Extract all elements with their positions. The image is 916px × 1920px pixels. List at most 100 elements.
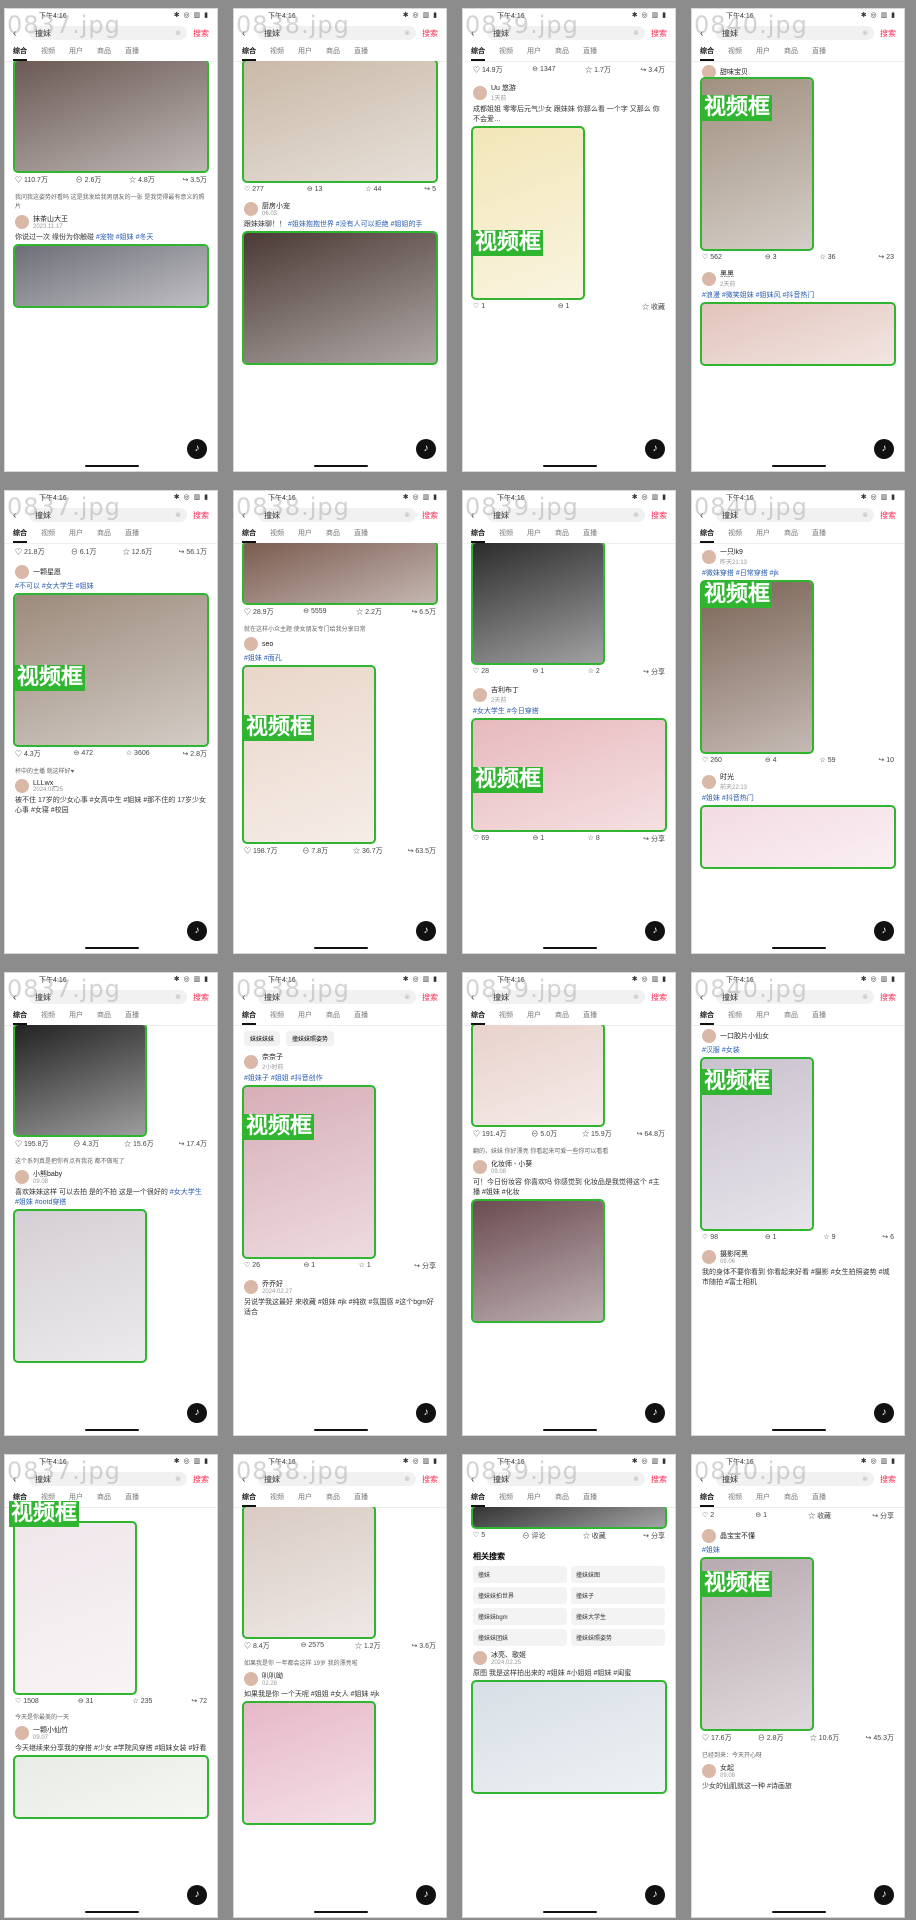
avatar[interactable] (702, 549, 716, 564)
hashtags[interactable]: #女大学生 #今日穿搭 (473, 708, 539, 715)
share-stat[interactable]: ↪ 分享 (643, 834, 665, 844)
tab-3[interactable]: 商品 (555, 525, 569, 543)
clear-icon[interactable]: ⊗ (633, 29, 639, 37)
post-image-2[interactable] (13, 1755, 209, 1819)
like-stat[interactable]: ♡ 2 (702, 1511, 714, 1521)
favorite-stat[interactable]: ☆ 44 (365, 185, 381, 193)
favorite-stat[interactable]: ☆ 8 (588, 834, 600, 844)
author-name[interactable]: 小熊baby (33, 1171, 62, 1178)
comment-stat[interactable]: ⊖ 4 (765, 756, 777, 764)
tiktok-icon[interactable]: ♪ (874, 1885, 894, 1905)
author[interactable]: Uu 悠游 1天前 (473, 83, 665, 102)
hashtags[interactable]: #宠物 #姐妹 #冬天 (96, 234, 154, 241)
tab-4[interactable]: 直播 (812, 525, 826, 543)
author[interactable]: LLLwx_ 2024.08.25 (15, 779, 207, 793)
tiktok-icon[interactable]: ♪ (645, 921, 665, 941)
tab-3[interactable]: 商品 (97, 1007, 111, 1025)
comment-stat[interactable]: ⊖ 5.0万 (531, 1129, 557, 1139)
search-input[interactable]: 撞妹 ⊗ (29, 508, 187, 522)
tab-3[interactable]: 商品 (97, 525, 111, 543)
tab-4[interactable]: 直播 (812, 1007, 826, 1025)
search-button[interactable]: 搜索 (651, 992, 667, 1003)
share-stat[interactable]: ↪ 分享 (414, 1261, 436, 1271)
avatar[interactable] (244, 202, 258, 216)
author-name[interactable]: 化妆师 - 小葵 (491, 1161, 532, 1168)
comment-stat[interactable]: ⊖ 7.8万 (302, 846, 328, 856)
favorite-stat[interactable]: ☆ 3606 (126, 749, 150, 759)
like-stat[interactable]: ♡ 98 (702, 1233, 718, 1241)
tab-4[interactable]: 直播 (125, 1007, 139, 1025)
share-stat[interactable]: ↪ 3.5万 (182, 175, 207, 185)
search-input[interactable]: 撞妹 ⊗ (487, 990, 645, 1004)
tab-0[interactable]: 综合 (242, 525, 256, 543)
share-stat[interactable]: ↪ 17.4万 (179, 1139, 207, 1149)
favorite-stat[interactable]: ☆ 15.9万 (582, 1129, 612, 1139)
favorite-stat[interactable]: ☆ 36 (819, 253, 835, 261)
avatar[interactable] (244, 1054, 258, 1069)
avatar[interactable] (473, 85, 487, 100)
tab-4[interactable]: 直播 (583, 1007, 597, 1025)
share-stat[interactable]: ↪ 6 (882, 1233, 894, 1241)
back-arrow-icon[interactable]: ‹ (13, 992, 23, 1003)
tiktok-icon[interactable]: ♪ (645, 1403, 665, 1423)
author-name[interactable]: 叭叭呦 (262, 1673, 283, 1680)
related-search-item[interactable]: 撞妹妹图 (571, 1566, 665, 1583)
favorite-stat[interactable]: ☆ 235 (132, 1697, 152, 1705)
author[interactable]: 奈奈子 2小时前 (244, 1052, 436, 1071)
tab-1[interactable]: 视频 (270, 43, 284, 61)
tab-0[interactable]: 综合 (13, 525, 27, 543)
search-button[interactable]: 搜索 (193, 28, 209, 39)
tab-4[interactable]: 直播 (125, 525, 139, 543)
back-arrow-icon[interactable]: ‹ (13, 1474, 23, 1485)
share-stat[interactable]: ↪ 6.5万 (411, 607, 436, 617)
favorite-stat[interactable]: ☆ 2 (588, 667, 600, 677)
tab-2[interactable]: 用户 (69, 1007, 83, 1025)
author[interactable]: 吉利布丁 2天前 (473, 685, 665, 704)
author[interactable]: 女起 09.08 (702, 1763, 894, 1779)
like-stat[interactable]: ♡ 110.7万 (15, 175, 48, 185)
post-image-2[interactable] (13, 244, 209, 308)
related-search-item[interactable]: 撞妹妹照姿势 (571, 1629, 665, 1646)
favorite-stat[interactable]: ☆ 15.6万 (124, 1139, 154, 1149)
comment-stat[interactable]: ⊖ 1 (765, 1233, 777, 1241)
like-stat[interactable]: ♡ 260 (702, 756, 722, 764)
hashtags[interactable]: #浪漫 #微笑姐妹 #姐妹风 #抖音热门 (702, 292, 814, 299)
comment-stat[interactable]: ⊖ 1 (558, 302, 570, 312)
back-arrow-icon[interactable]: ‹ (471, 510, 481, 521)
search-button[interactable]: 搜索 (880, 992, 896, 1003)
like-stat[interactable]: ♡ 14.9万 (473, 65, 503, 75)
search-button[interactable]: 搜索 (193, 1474, 209, 1485)
like-stat[interactable]: ♡ 69 (473, 834, 489, 844)
favorite-stat[interactable]: ☆ 1.7万 (585, 65, 611, 75)
favorite-stat[interactable]: ☆ 1 (359, 1261, 371, 1271)
tiktok-icon[interactable]: ♪ (874, 1403, 894, 1423)
comment-stat[interactable]: ⊖ 1 (532, 834, 544, 844)
tab-1[interactable]: 视频 (270, 1007, 284, 1025)
like-stat[interactable]: ♡ 28 (473, 667, 489, 677)
search-input[interactable]: 撞妹 ⊗ (487, 26, 645, 40)
tab-0[interactable]: 综合 (700, 43, 714, 61)
like-stat[interactable]: ♡ 8.4万 (244, 1641, 270, 1651)
like-stat[interactable]: ♡ 4.3万 (15, 749, 41, 759)
avatar[interactable] (702, 1250, 716, 1264)
like-stat[interactable]: ♡ 191.4万 (473, 1129, 506, 1139)
favorite-stat[interactable]: ☆ 1.2万 (355, 1641, 381, 1651)
tiktok-icon[interactable]: ♪ (874, 439, 894, 459)
chip[interactable]: 撞妹妹照姿势 (286, 1031, 335, 1046)
search-input[interactable]: 撞妹 ⊗ (716, 508, 874, 522)
tab-0[interactable]: 综合 (242, 1007, 256, 1025)
clear-icon[interactable]: ⊗ (633, 993, 639, 1001)
clear-icon[interactable]: ⊗ (404, 511, 410, 519)
tab-0[interactable]: 综合 (13, 1007, 27, 1025)
search-input[interactable]: 撞妹 ⊗ (29, 1472, 187, 1486)
video-frame[interactable] (471, 126, 585, 300)
tab-1[interactable]: 视频 (728, 43, 742, 61)
author[interactable]: 时光 前天22:13 (702, 772, 894, 791)
tab-0[interactable]: 综合 (471, 43, 485, 61)
author-name[interactable]: 晶宝宝不懂 (720, 1533, 755, 1540)
favorite-stat[interactable]: ☆ 10.6万 (810, 1733, 840, 1743)
author[interactable]: 摄影阿黑 09.06 (702, 1249, 894, 1265)
tab-0[interactable]: 综合 (700, 1007, 714, 1025)
back-arrow-icon[interactable]: ‹ (700, 1474, 710, 1485)
post-image[interactable] (242, 1507, 376, 1639)
